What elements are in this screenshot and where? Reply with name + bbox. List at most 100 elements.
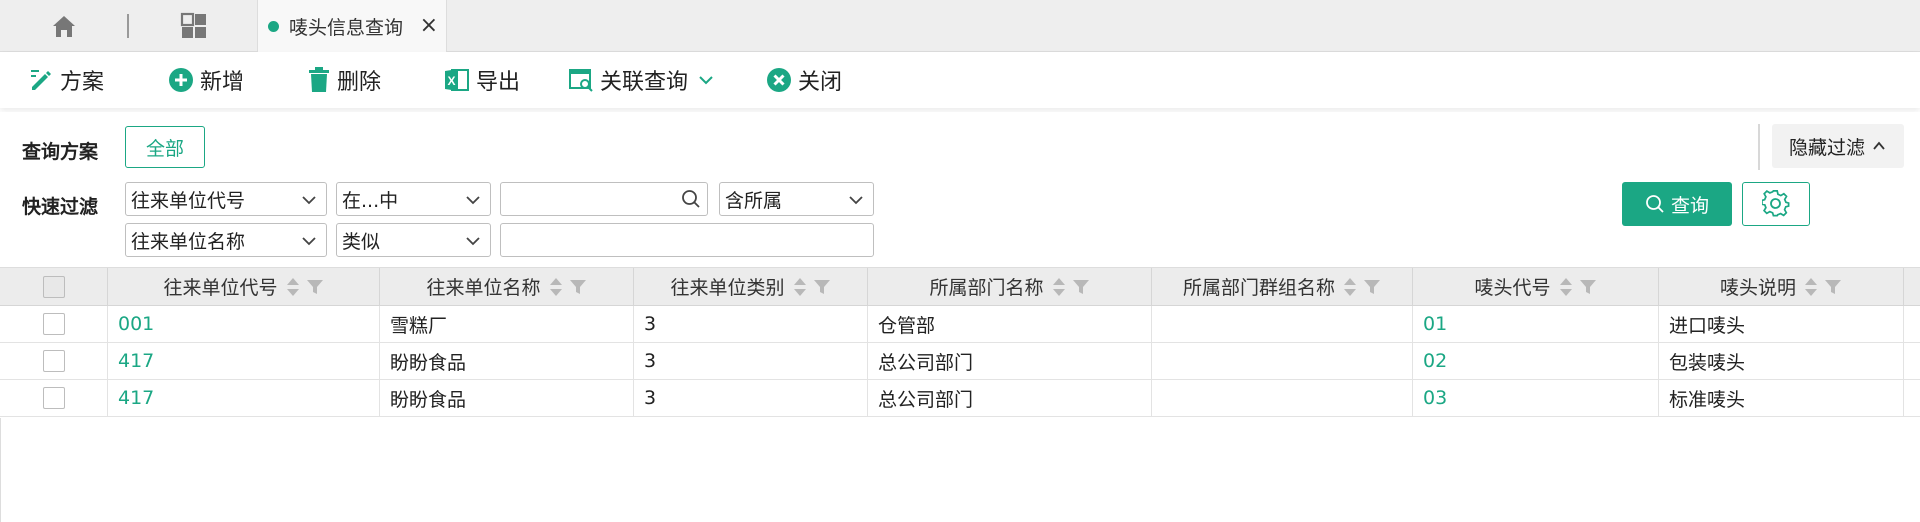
chevron-down-icon <box>849 196 863 205</box>
grid-empty-area <box>0 418 1920 522</box>
filter-icon[interactable] <box>306 278 324 296</box>
chevron-up-icon <box>1873 141 1885 150</box>
cell-partner-category: 3 <box>634 343 868 379</box>
cell-marking-code[interactable]: 02 <box>1413 343 1659 379</box>
all-plan-button[interactable]: 全部 <box>125 126 205 168</box>
chevron-down-icon <box>302 237 316 246</box>
plus-circle-icon <box>169 68 193 92</box>
close-circle-icon <box>767 68 791 92</box>
column-header-label: 往来单位类别 <box>670 277 785 299</box>
sort-icon[interactable] <box>793 276 807 298</box>
sort-filter-icons <box>1804 276 1842 298</box>
column-header-partner-category[interactable]: 往来单位类别 <box>634 268 868 305</box>
sort-icon[interactable] <box>1052 276 1066 298</box>
cell-partner-code[interactable]: 417 <box>108 380 380 416</box>
column-header-dept-group-name[interactable]: 所属部门群组名称 <box>1152 268 1413 305</box>
table-row[interactable]: 001 雪糕厂 3 仓管部 01 进口唛头 <box>0 306 1920 343</box>
sort-icon[interactable] <box>1559 276 1573 298</box>
filter-icon[interactable] <box>569 278 587 296</box>
column-header-label: 唛头代号 <box>1474 277 1551 299</box>
data-grid: 往来单位代号 往来单位名称 往来单位类别 所属部门名称 所属部门群组名称 唛头代号 唛头说明… <box>0 267 1920 522</box>
pencil-icon <box>31 70 51 90</box>
filter-scope-select[interactable]: 含所属 <box>719 182 874 216</box>
sort-filter-icons <box>1052 276 1090 298</box>
filter-operator-value-1: 在...中 <box>342 189 399 212</box>
filter-field-select-2[interactable]: 往来单位名称 <box>125 223 327 257</box>
cell-dept-name: 仓管部 <box>868 306 1152 342</box>
tab-close-icon[interactable]: × <box>420 13 438 38</box>
filter-field-value-1: 往来单位代号 <box>131 189 246 212</box>
column-header-label: 往来单位代号 <box>163 277 278 299</box>
cell-partner-code[interactable]: 417 <box>108 343 380 379</box>
table-row[interactable]: 417 盼盼食品 3 总公司部门 03 标准唛头 <box>0 380 1920 417</box>
delete-button[interactable]: 删除 <box>307 64 381 96</box>
filter-divider <box>1758 124 1760 170</box>
cell-marking-code[interactable]: 03 <box>1413 380 1659 416</box>
column-header-marking-desc[interactable]: 唛头说明 <box>1659 268 1904 305</box>
filter-icon[interactable] <box>813 278 831 296</box>
quick-filter-label: 快速过滤 <box>22 196 99 218</box>
tab-marking-info-query[interactable]: 唛头信息查询 × <box>257 0 447 52</box>
related-query-button[interactable]: 关联查询 <box>568 64 722 96</box>
sort-icon[interactable] <box>1804 276 1818 298</box>
filter-operator-select-2[interactable]: 类似 <box>336 223 491 257</box>
filter-value-input-2[interactable] <box>500 223 874 257</box>
column-header-label: 所属部门群组名称 <box>1182 277 1335 299</box>
cell-marking-code[interactable]: 01 <box>1413 306 1659 342</box>
tab-active-dot <box>268 20 279 32</box>
add-button[interactable]: 新增 <box>168 64 244 96</box>
sort-icon[interactable] <box>549 276 563 298</box>
filter-operator-select-1[interactable]: 在...中 <box>336 182 491 216</box>
cell-partner-name: 雪糕厂 <box>380 306 634 342</box>
filter-icon[interactable] <box>1363 278 1381 296</box>
plan-button[interactable]: 方案 <box>28 64 104 96</box>
tab-label: 唛头信息查询 <box>289 16 404 39</box>
column-header-label: 唛头说明 <box>1719 277 1796 299</box>
hide-filter-button[interactable]: 隐藏过滤 <box>1772 124 1904 168</box>
table-row[interactable]: 417 盼盼食品 3 总公司部门 02 包装唛头 <box>0 343 1920 380</box>
close-label: 关闭 <box>798 70 843 95</box>
cell-partner-category: 3 <box>634 306 868 342</box>
query-label: 查询 <box>1670 194 1709 217</box>
filter-icon[interactable] <box>1072 278 1090 296</box>
cell-marking-desc: 进口唛头 <box>1659 306 1904 342</box>
row-checkbox[interactable] <box>42 313 65 335</box>
close-button[interactable]: 关闭 <box>766 64 842 96</box>
chevron-down-icon <box>466 196 480 205</box>
cell-partner-category: 3 <box>634 380 868 416</box>
tab-divider <box>127 14 129 38</box>
column-header-partner-name[interactable]: 往来单位名称 <box>380 268 634 305</box>
sort-filter-icons <box>1343 276 1381 298</box>
excel-icon: X <box>445 69 469 91</box>
row-checkbox-cell <box>0 306 108 342</box>
filter-scope-value: 含所属 <box>725 189 783 212</box>
column-header-marking-code[interactable]: 唛头代号 <box>1413 268 1659 305</box>
column-header-label: 往来单位名称 <box>426 277 541 299</box>
column-header-partner-code[interactable]: 往来单位代号 <box>108 268 380 305</box>
row-checkbox-cell <box>0 343 108 379</box>
row-checkbox[interactable] <box>42 350 65 372</box>
search-icon[interactable] <box>681 189 701 209</box>
cell-partner-code[interactable]: 001 <box>108 306 380 342</box>
filter-field-select-1[interactable]: 往来单位代号 <box>125 182 327 216</box>
home-icon[interactable] <box>50 12 78 40</box>
cell-dept-name: 总公司部门 <box>868 343 1152 379</box>
export-button[interactable]: X 导出 <box>444 64 520 96</box>
chevron-down-icon <box>302 196 316 205</box>
sort-filter-icons <box>549 276 587 298</box>
select-all-checkbox[interactable] <box>42 275 65 298</box>
cell-dept-group-name <box>1152 343 1413 379</box>
sort-icon[interactable] <box>286 276 300 298</box>
query-button[interactable]: 查询 <box>1622 182 1732 226</box>
row-checkbox[interactable] <box>42 387 65 409</box>
apps-grid-icon[interactable] <box>180 12 208 40</box>
filter-icon[interactable] <box>1579 278 1597 296</box>
filter-icon[interactable] <box>1824 278 1842 296</box>
hide-filter-label: 隐藏过滤 <box>1788 136 1865 159</box>
filter-value-input-1[interactable] <box>500 182 708 216</box>
gear-icon <box>1762 190 1790 217</box>
sort-icon[interactable] <box>1343 276 1357 298</box>
settings-button[interactable] <box>1742 182 1810 226</box>
column-header-dept-name[interactable]: 所属部门名称 <box>868 268 1152 305</box>
window-search-icon <box>569 69 593 92</box>
